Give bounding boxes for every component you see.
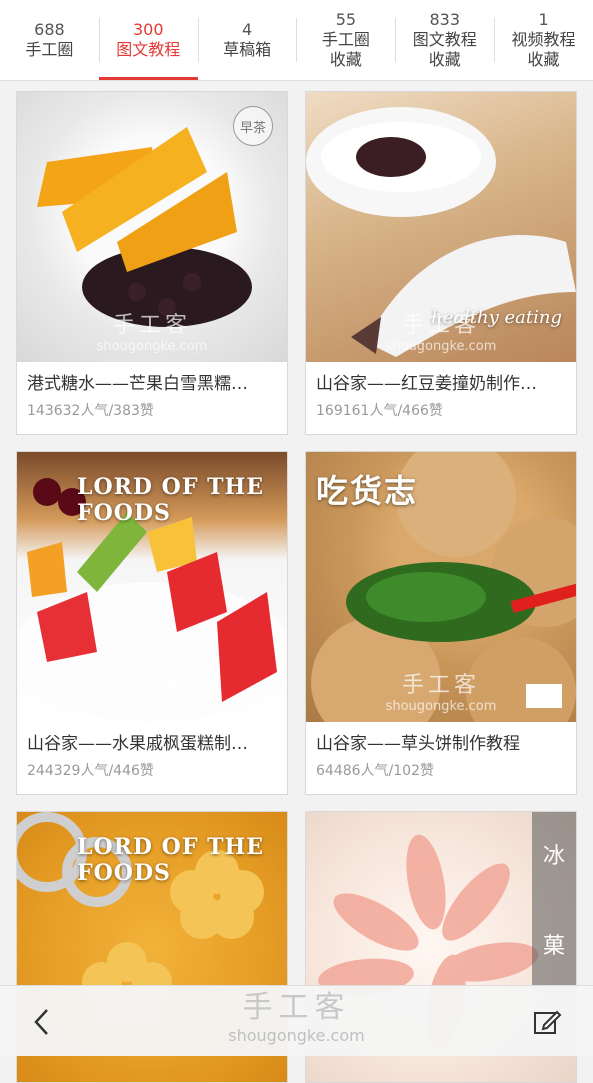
back-button[interactable] xyxy=(24,1004,60,1040)
watermark-cn: 手工客 xyxy=(112,673,191,698)
tutorial-image: 早茶 手工客 shougongke.com xyxy=(17,92,287,362)
card-stats: 64486人气/102赞 xyxy=(316,763,434,779)
edit-icon xyxy=(534,1010,562,1034)
lord-of-the-foods-logo: LORD OF THE FOODS xyxy=(77,474,265,526)
card-stats: 244329人气/446赞 xyxy=(27,763,154,779)
card-title: 港式糖水——芒果白雪黑糯… xyxy=(27,374,248,394)
tab-count: 55 xyxy=(335,10,357,29)
tab-tutorials[interactable]: 300 图文教程 xyxy=(98,0,198,80)
tutorial-image: LORD OF THE FOODS 手工客 shougongke.com xyxy=(17,452,287,722)
tab-label: 草稿箱 xyxy=(223,40,272,59)
watermark-url: shougongke.com xyxy=(96,699,208,714)
tab-label: 手工圈 xyxy=(25,40,74,59)
bottom-watermark: 手工客 shougongke.com xyxy=(228,990,364,1045)
card-title: 山谷家——红豆姜撞奶制作… xyxy=(316,374,537,394)
watermark-cn: 手工客 xyxy=(112,313,191,338)
tab-label: 视频教程 收藏 xyxy=(511,30,576,69)
image-watermark: 手工客 shougongke.com xyxy=(97,307,208,354)
watermark-cn: 手工客 xyxy=(401,313,480,338)
watermark-url: shougongke.com xyxy=(385,699,497,714)
tab-count: 1 xyxy=(538,10,549,29)
tab-video-favorites[interactable]: 1 视频教程 收藏 xyxy=(494,0,593,80)
watermark-cn: 手工客 xyxy=(242,990,351,1025)
foodie-logo: 吃货志 xyxy=(316,472,419,510)
tab-handcraft-circle[interactable]: 688 手工圈 xyxy=(0,0,99,80)
tab-label: 手工圈 收藏 xyxy=(321,30,370,69)
bottom-toolbar: 手工客 shougongke.com xyxy=(0,985,593,1056)
brand-stamp: 早茶 xyxy=(233,106,273,146)
tab-count: 4 xyxy=(241,20,253,39)
tab-label: 图文教程 xyxy=(116,40,181,59)
tab-count: 688 xyxy=(34,20,65,39)
tab-drafts[interactable]: 4 草稿箱 xyxy=(197,0,297,80)
card-stats: 143632人气/383赞 xyxy=(27,403,154,419)
tab-circle-favorites[interactable]: 55 手工圈 收藏 xyxy=(296,0,395,80)
tutorial-card[interactable]: 吃货志 手工客 shougongke.com 山谷家——草头饼制作教程 6448… xyxy=(305,451,577,795)
lord-of-the-foods-logo: LORD OF THE FOODS xyxy=(77,834,265,886)
watermark-url: shougongke.com xyxy=(228,1026,365,1045)
tutorial-card[interactable]: healthy eating 手工客 shougongke.com 山谷家——红… xyxy=(305,91,577,435)
tab-tutorial-favorites[interactable]: 833 图文教程 收藏 xyxy=(395,0,494,80)
ice-fruit-banner: 冰 菓 xyxy=(532,812,576,992)
tutorial-card[interactable]: 早茶 手工客 shougongke.com 港式糖水——芒果白雪黑糯… 1436… xyxy=(16,91,288,435)
tab-bar: 688 手工圈 300 图文教程 4 草稿箱 55 手工圈 收藏 833 图文教… xyxy=(0,0,593,81)
image-watermark: 手工客 shougongke.com xyxy=(386,667,497,714)
tutorial-image: healthy eating 手工客 shougongke.com xyxy=(306,92,576,362)
edit-button[interactable] xyxy=(529,1004,565,1040)
tab-count: 300 xyxy=(132,20,164,39)
tab-label: 图文教程 收藏 xyxy=(412,30,477,69)
watermark-url: shougongke.com xyxy=(96,339,208,354)
tutorial-card[interactable]: LORD OF THE FOODS 手工客 shougongke.com 山谷家… xyxy=(16,451,288,795)
watermark-cn: 手工客 xyxy=(401,673,480,698)
watermark-url: shougongke.com xyxy=(385,339,497,354)
tab-count: 833 xyxy=(429,10,460,29)
image-watermark: 手工客 shougongke.com xyxy=(97,667,208,714)
card-title: 山谷家——水果戚枫蛋糕制… xyxy=(27,734,248,754)
card-stats: 169161人气/466赞 xyxy=(316,403,443,419)
chevron-left-icon xyxy=(34,1009,48,1035)
card-title: 山谷家——草头饼制作教程 xyxy=(316,734,520,754)
image-watermark: 手工客 shougongke.com xyxy=(386,307,497,354)
tutorial-image: 吃货志 手工客 shougongke.com xyxy=(306,452,576,722)
